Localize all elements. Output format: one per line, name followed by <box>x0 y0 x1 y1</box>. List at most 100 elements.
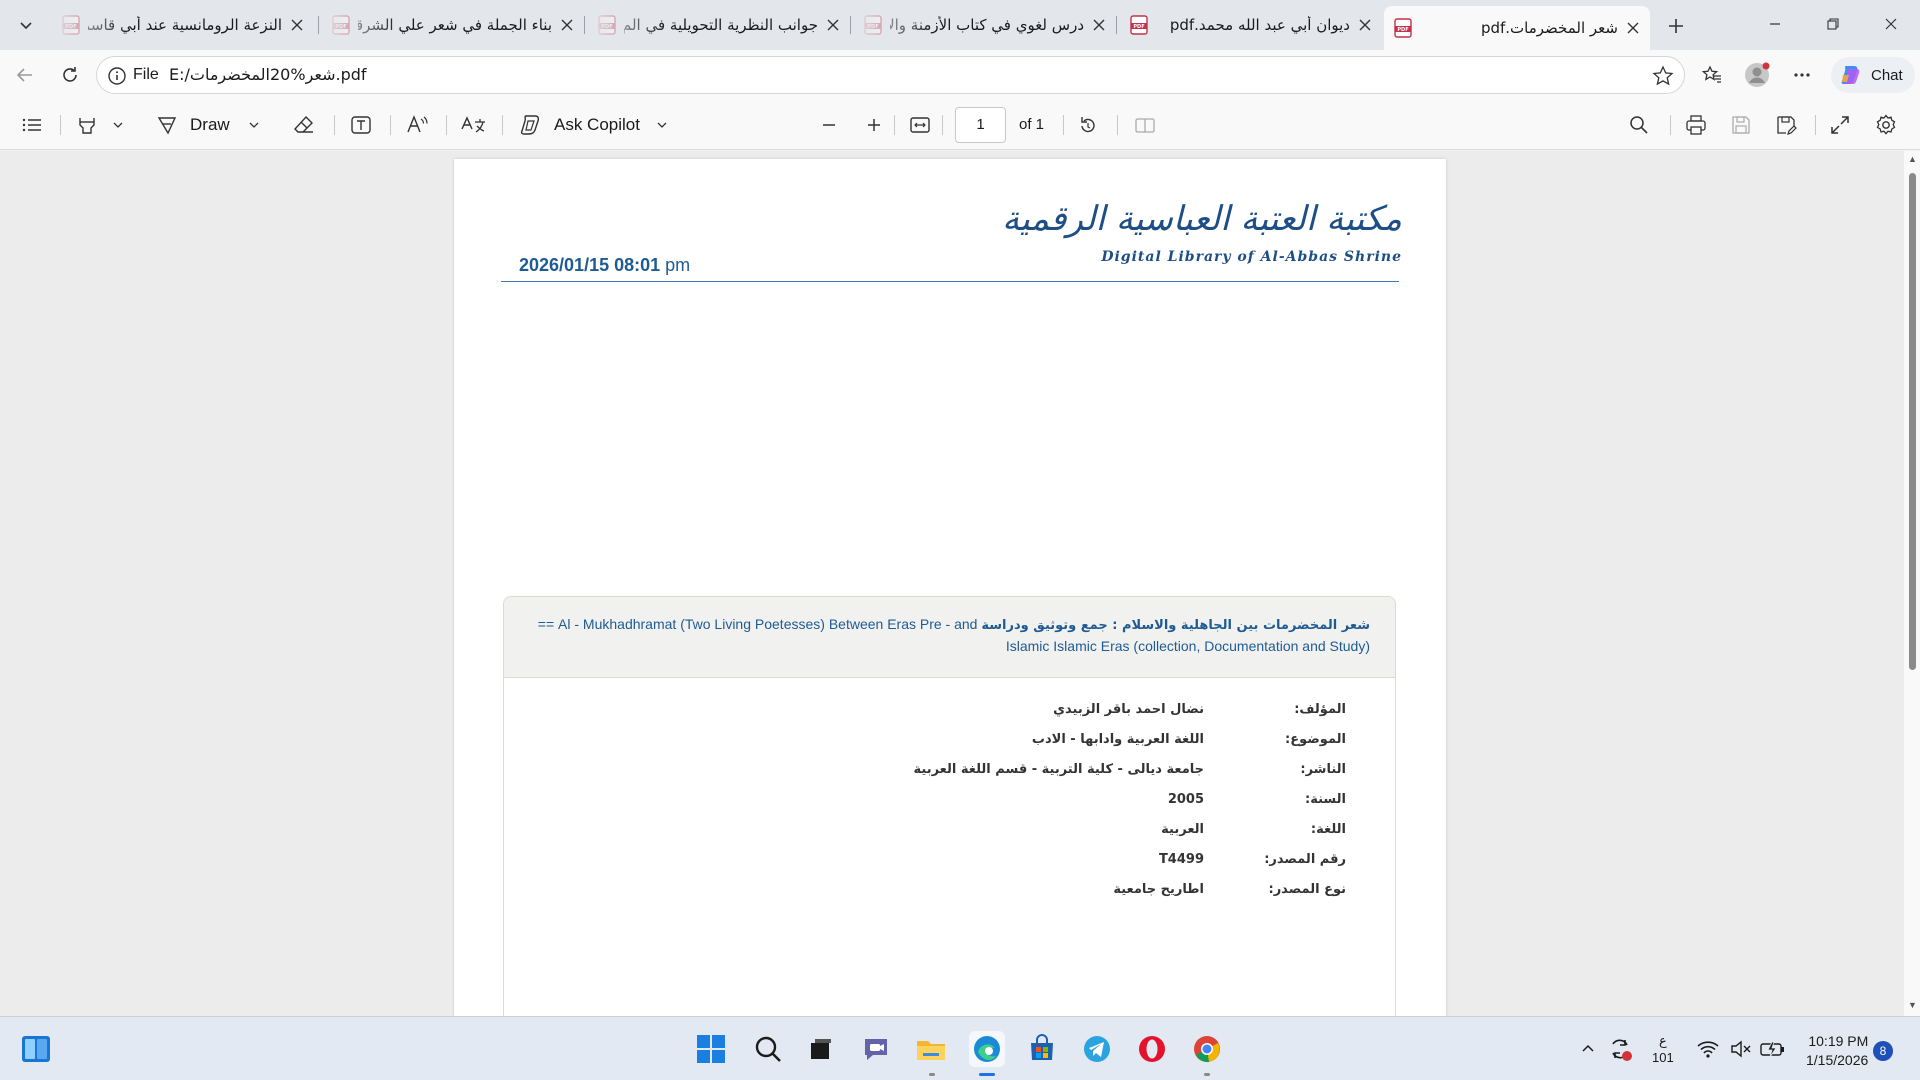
search-button[interactable] <box>750 1031 786 1067</box>
close-tab-icon[interactable] <box>560 18 574 32</box>
volume-button[interactable] <box>1730 1017 1752 1080</box>
tab-title: جوانب النظرية التحويلية في الم <box>624 16 818 34</box>
sync-status-button[interactable] <box>1607 1017 1633 1080</box>
edge-button[interactable] <box>969 1031 1005 1067</box>
browser-tab[interactable]: PDF النزعة الرومانسية عند أبي قاسم <box>52 6 314 44</box>
url-text[interactable]: E:/شعر%20المخضرمات.pdf <box>169 65 367 84</box>
logo-arabic-text: مكتبة العتبة العباسية الرقمية <box>1002 199 1403 239</box>
record-fields: المؤلف: نضال احمد باقر الزبيدي الموضوع: … <box>504 702 1395 912</box>
zoom-in-button[interactable] <box>865 110 883 140</box>
zoom-out-button[interactable] <box>820 110 838 140</box>
scroll-up-arrow[interactable]: ▲ <box>1908 154 1917 164</box>
browser-tab[interactable]: PDF درس لغوي في كتاب الأزمنة والأ <box>854 6 1116 44</box>
svg-text:PDF: PDF <box>1133 24 1144 30</box>
teams-chat-button[interactable] <box>858 1031 894 1067</box>
plus-icon <box>1669 19 1683 33</box>
close-window-button[interactable] <box>1862 0 1920 48</box>
find-button[interactable] <box>1629 110 1649 140</box>
close-tab-icon[interactable] <box>1626 21 1640 35</box>
fit-to-width-button[interactable] <box>909 110 931 140</box>
read-aloud-button[interactable] <box>406 110 428 140</box>
clock-button[interactable]: 10:19 PM 1/15/2026 <box>1806 1032 1868 1070</box>
pdf-settings-button[interactable] <box>1875 110 1897 140</box>
chevron-up-icon <box>1582 1044 1594 1052</box>
opera-icon <box>1139 1036 1165 1062</box>
full-screen-button[interactable] <box>1830 110 1850 140</box>
erase-button[interactable] <box>293 110 315 140</box>
restore-button[interactable] <box>1804 0 1862 48</box>
rotate-button[interactable] <box>1077 110 1099 140</box>
scroll-down-arrow[interactable]: ▼ <box>1908 1000 1917 1010</box>
back-button[interactable] <box>9 59 41 91</box>
close-tab-icon[interactable] <box>1092 18 1106 32</box>
new-tab-button[interactable] <box>1660 10 1692 42</box>
close-tab-icon[interactable] <box>1358 18 1372 32</box>
refresh-button[interactable] <box>54 59 86 91</box>
chevron-down-icon <box>249 122 259 128</box>
minimize-button[interactable] <box>1746 0 1804 48</box>
start-button[interactable] <box>693 1031 729 1067</box>
clock-date: 1/15/2026 <box>1806 1052 1869 1068</box>
copilot-icon <box>1841 66 1860 84</box>
pdf-file-icon: PDF <box>332 15 350 35</box>
browser-tab[interactable]: PDF بناء الجملة في شعر علي الشرقي <box>322 6 584 44</box>
save-button[interactable] <box>1730 110 1752 140</box>
browser-tab[interactable]: PDF جوانب النظرية التحويلية في الم <box>588 6 850 44</box>
app-active-indicator <box>979 1073 995 1076</box>
browser-tab-active[interactable]: PDF شعر المخضرمات.pdf <box>1384 6 1650 50</box>
page-view-button[interactable] <box>1134 110 1156 140</box>
contents-button[interactable] <box>21 110 43 140</box>
field-label: الناشر: <box>1300 762 1346 777</box>
print-button[interactable] <box>1685 110 1707 140</box>
opera-button[interactable] <box>1134 1031 1170 1067</box>
arrow-left-icon <box>16 68 32 82</box>
task-view-button[interactable] <box>803 1031 839 1067</box>
tab-list-button[interactable] <box>10 9 42 41</box>
show-hidden-icons-button[interactable] <box>1580 1017 1596 1080</box>
info-icon[interactable] <box>107 66 127 86</box>
save-as-button[interactable] <box>1775 110 1797 140</box>
vertical-scrollbar[interactable]: ▲ ▼ <box>1904 151 1920 1016</box>
svg-text:PDF: PDF <box>1397 27 1408 33</box>
translate-button[interactable] <box>460 110 486 140</box>
browser-tab[interactable]: PDF ديوان أبي عبد الله محمد.pdf <box>1120 6 1382 44</box>
pdf-file-icon: PDF <box>62 15 80 35</box>
document-viewer[interactable]: 2026/01/15 08:01 pm مكتبة العتبة العباسي… <box>0 151 1904 1016</box>
widgets-button[interactable] <box>18 1031 54 1067</box>
tab-strip: PDF النزعة الرومانسية عند أبي قاسم PDF ب… <box>0 0 1920 50</box>
chrome-icon <box>1194 1036 1220 1063</box>
chrome-button[interactable] <box>1189 1031 1225 1067</box>
close-tab-icon[interactable] <box>826 18 840 32</box>
profile-button[interactable] <box>1741 59 1773 91</box>
edge-icon <box>974 1036 1000 1062</box>
favorites-button[interactable] <box>1696 59 1728 91</box>
add-text-button[interactable] <box>350 110 372 140</box>
highlight-button[interactable] <box>76 110 124 140</box>
notification-badge[interactable]: 8 <box>1873 1041 1893 1061</box>
close-tab-icon[interactable] <box>290 18 304 32</box>
settings-more-button[interactable] <box>1786 59 1818 91</box>
highlighter-icon <box>79 118 95 134</box>
eraser-icon <box>294 115 313 133</box>
tab-title: شعر المخضرمات.pdf <box>1480 19 1618 37</box>
copilot-chat-button[interactable]: Chat <box>1831 57 1915 93</box>
file-explorer-button[interactable] <box>913 1031 949 1067</box>
ask-copilot-button[interactable]: Ask Copilot <box>518 110 668 140</box>
store-button[interactable] <box>1024 1031 1060 1067</box>
tab-title: بناء الجملة في شعر علي الشرقي <box>358 16 552 34</box>
tab-title: ديوان أبي عبد الله محمد.pdf <box>1169 16 1350 34</box>
address-bar[interactable]: File E:/شعر%20المخضرمات.pdf <box>96 56 1685 94</box>
page-number-input[interactable]: 1 <box>955 107 1006 143</box>
pdf-toolbar: Draw Ask Copilot 1 of 1 <box>0 100 1920 150</box>
record-title-arabic: شعر المخضرمات بين الجاهلية والاسلام : جم… <box>981 618 1370 633</box>
input-language-button[interactable]: ع 101 <box>1652 1017 1674 1080</box>
network-button[interactable] <box>1697 1017 1719 1080</box>
telegram-button[interactable] <box>1079 1031 1115 1067</box>
favorite-star-icon[interactable] <box>1652 65 1674 87</box>
field-value: 2005 <box>1167 792 1204 807</box>
field-row: نوع المصدر: اطاريح جامعية <box>504 882 1395 912</box>
scrollbar-thumb[interactable] <box>1909 173 1916 670</box>
draw-button[interactable]: Draw <box>156 110 260 140</box>
battery-button[interactable] <box>1760 1017 1786 1080</box>
keyboard-layout: 101 <box>1652 1050 1674 1065</box>
